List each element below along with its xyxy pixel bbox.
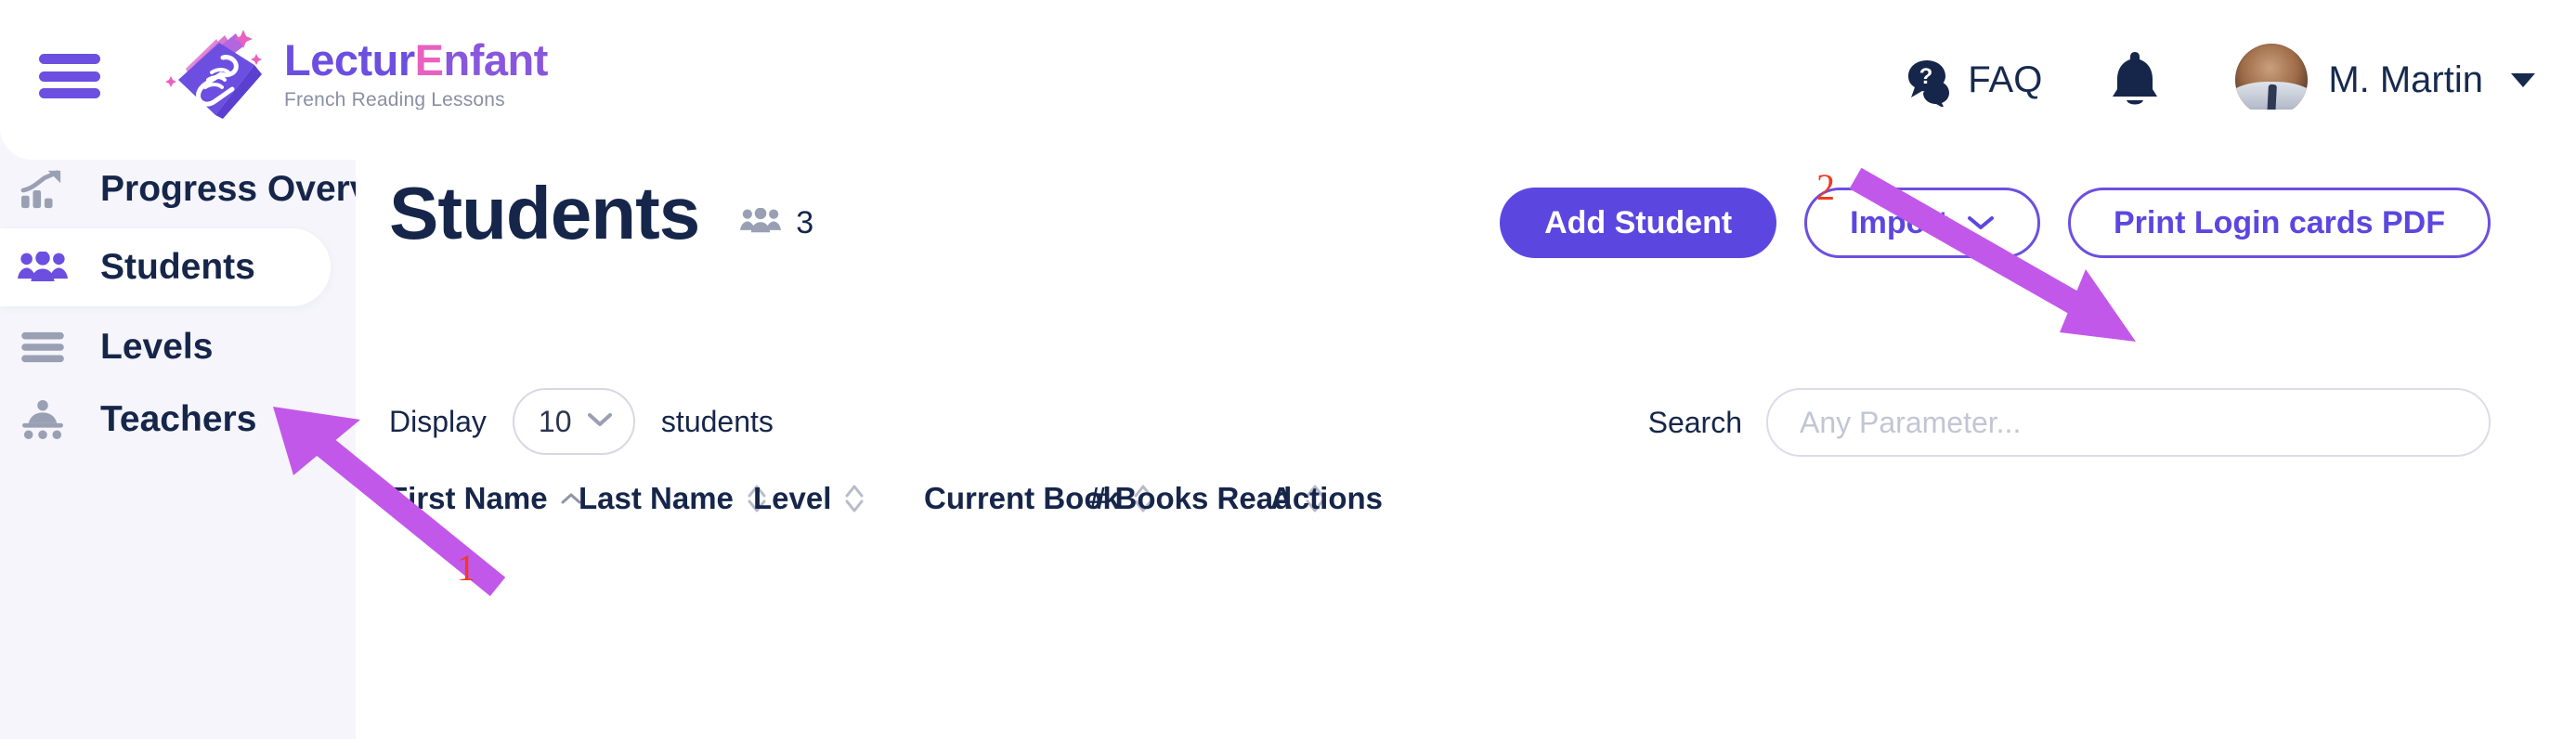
- annotation-number-1: 1: [457, 547, 475, 589]
- import-button-label: Import: [1850, 204, 1948, 240]
- chevron-down-icon: [1967, 207, 1995, 239]
- table-header-row: First Name Last Name Level Current Book …: [356, 481, 2576, 555]
- users-group-icon: [740, 207, 782, 240]
- page-header: Students 3: [389, 176, 813, 251]
- column-header-first-name[interactable]: First Name: [389, 481, 581, 516]
- notifications-button[interactable]: [2109, 48, 2161, 112]
- display-prefix-label: Display: [389, 404, 487, 438]
- sidebar: Progress Overview Students Levels Teache…: [0, 160, 428, 739]
- search-group: Search: [1648, 388, 2491, 457]
- search-label: Search: [1647, 405, 1742, 439]
- display-count-select[interactable]: 10: [512, 388, 635, 455]
- column-header-label: First Name: [389, 481, 548, 515]
- user-menu[interactable]: M. Martin: [2235, 44, 2535, 116]
- faq-label: FAQ: [1968, 58, 2043, 100]
- brand-title: LecturEnfant: [284, 37, 548, 83]
- bell-icon: [2109, 48, 2161, 112]
- sidebar-item-label: Levels: [100, 327, 214, 367]
- teachers-group-icon: [17, 400, 69, 439]
- brand-title-highlight: E: [414, 35, 444, 85]
- brand-title-part2: nfant: [443, 35, 549, 85]
- brand-tagline: French Reading Lessons: [284, 88, 505, 110]
- student-count: 3: [740, 205, 813, 251]
- chevron-down-icon: [2511, 72, 2535, 87]
- page-title: Students: [389, 172, 700, 254]
- avatar: [2235, 44, 2309, 116]
- svg-text:?: ?: [1919, 64, 1933, 89]
- column-header-level[interactable]: Level: [753, 481, 865, 516]
- sidebar-item-progress-overview[interactable]: Progress Overview: [0, 150, 428, 228]
- sidebar-item-label: Teachers: [100, 399, 257, 439]
- open-book-hand-icon: [158, 26, 267, 123]
- display-count-value: 10: [538, 404, 572, 438]
- display-suffix-label: students: [660, 404, 774, 438]
- column-header-actions: Actions: [1270, 481, 1383, 516]
- sidebar-item-label: Students: [100, 247, 255, 287]
- sidebar-item-students[interactable]: Students: [0, 228, 331, 306]
- chevron-down-icon: [587, 412, 613, 432]
- print-login-cards-button[interactable]: Print Login cards PDF: [2067, 188, 2491, 258]
- user-name: M. Martin: [2328, 58, 2483, 100]
- page-actions: Add Student Import Print Login cards PDF: [1500, 188, 2491, 258]
- column-header-label: # Books Read: [1089, 481, 1293, 515]
- column-header-label: Level: [753, 481, 832, 515]
- search-input[interactable]: [1766, 388, 2491, 457]
- brand-title-part1: Lectur: [284, 35, 415, 85]
- chart-trend-up-icon: [17, 169, 69, 210]
- column-header-label: Actions: [1270, 481, 1384, 515]
- table-controls: Display 10 students Search: [389, 388, 2491, 459]
- app-root: LecturEnfant French Reading Lessons ? FA…: [0, 0, 2576, 739]
- hamburger-menu-icon[interactable]: [39, 48, 100, 104]
- users-group-icon: [17, 251, 69, 284]
- sidebar-item-levels[interactable]: Levels: [0, 308, 331, 386]
- column-header-last-name[interactable]: Last Name: [579, 481, 767, 516]
- sidebar-item-teachers[interactable]: Teachers: [0, 381, 331, 459]
- main-content-panel: Students 3 Add Student Import Print Logi…: [356, 110, 2576, 739]
- add-student-button[interactable]: Add Student: [1500, 188, 1777, 258]
- question-chat-icon: ?: [1897, 49, 1955, 111]
- student-count-value: 3: [796, 205, 814, 240]
- sort-none-icon: [844, 483, 865, 514]
- faq-button[interactable]: ? FAQ: [1897, 49, 2042, 111]
- annotation-number-2: 2: [1816, 166, 1835, 208]
- display-count-group: Display 10 students: [389, 388, 774, 455]
- list-bars-icon: [17, 330, 69, 365]
- brand-logo[interactable]: LecturEnfant French Reading Lessons: [158, 26, 548, 123]
- column-header-label: Last Name: [579, 481, 734, 515]
- import-button[interactable]: Import: [1804, 188, 2040, 258]
